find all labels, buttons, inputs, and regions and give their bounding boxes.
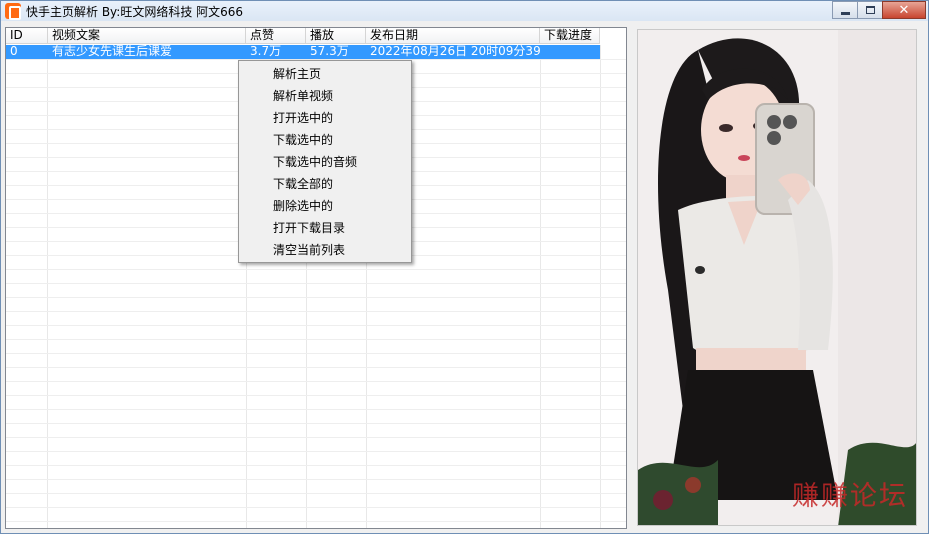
grid-line xyxy=(6,381,626,382)
close-icon: ✕ xyxy=(898,2,910,18)
grid-line xyxy=(6,423,626,424)
grid-line xyxy=(6,283,626,284)
cell-date: 2022年08月26日 20时09分39秒 xyxy=(370,45,540,58)
grid-line xyxy=(6,311,626,312)
menu-item-download-selected-audio[interactable]: 下载选中的音频 xyxy=(239,151,411,173)
grid-line xyxy=(6,353,626,354)
grid-line xyxy=(6,451,626,452)
column-header-id[interactable]: ID xyxy=(6,28,48,44)
menu-item-parse-single-video[interactable]: 解析单视频 xyxy=(239,85,411,107)
cell-id: 0 xyxy=(10,45,18,58)
grid-line xyxy=(6,507,626,508)
main-window: 快手主页解析 By:旺文网络科技 阿文666 ✕ ID 视频文案 点赞 播放 发… xyxy=(0,0,929,534)
column-header-likes[interactable]: 点赞 xyxy=(246,28,306,44)
grid-line xyxy=(6,521,626,522)
video-preview: 赚赚论坛 xyxy=(637,29,917,526)
grid-line xyxy=(540,45,541,528)
table-row[interactable]: 0 有志少女先课生后课爱 3.7万 57.3万 2022年08月26日 20时0… xyxy=(6,45,600,59)
grid-line xyxy=(6,339,626,340)
grid-line xyxy=(6,465,626,466)
menu-item-open-download-folder[interactable]: 打开下载目录 xyxy=(239,217,411,239)
grid-line xyxy=(6,325,626,326)
menu-item-download-all[interactable]: 下载全部的 xyxy=(239,173,411,195)
menu-item-open-selected[interactable]: 打开选中的 xyxy=(239,107,411,129)
watermark-text: 赚赚论坛 xyxy=(792,481,908,512)
cell-likes: 3.7万 xyxy=(250,45,282,58)
grid-line xyxy=(6,297,626,298)
maximize-icon xyxy=(865,6,875,14)
preview-image xyxy=(638,30,916,525)
context-menu: 解析主页 解析单视频 打开选中的 下载选中的 下载选中的音频 下载全部的 删除选… xyxy=(238,60,412,263)
grid-line xyxy=(6,493,626,494)
grid-line xyxy=(6,409,626,410)
window-controls: ✕ xyxy=(832,1,926,19)
cell-plays: 57.3万 xyxy=(310,45,349,58)
list-header: ID 视频文案 点赞 播放 发布日期 下载进度 xyxy=(6,28,600,44)
menu-item-clear-list[interactable]: 清空当前列表 xyxy=(239,239,411,261)
grid-line xyxy=(6,269,626,270)
column-header-date[interactable]: 发布日期 xyxy=(366,28,540,44)
window-title: 快手主页解析 By:旺文网络科技 阿文666 xyxy=(26,5,244,19)
column-header-caption[interactable]: 视频文案 xyxy=(48,28,246,44)
minimize-button[interactable] xyxy=(832,1,858,19)
grid-line xyxy=(47,45,48,528)
grid-line xyxy=(6,367,626,368)
menu-item-download-selected[interactable]: 下载选中的 xyxy=(239,129,411,151)
minimize-icon xyxy=(840,11,850,15)
title-bar[interactable]: 快手主页解析 By:旺文网络科技 阿文666 ✕ xyxy=(1,1,928,21)
close-button[interactable]: ✕ xyxy=(882,1,926,19)
grid-line xyxy=(6,437,626,438)
menu-item-parse-homepage[interactable]: 解析主页 xyxy=(239,63,411,85)
grid-line xyxy=(6,479,626,480)
column-header-progress[interactable]: 下载进度 xyxy=(540,28,600,44)
cell-progress xyxy=(540,45,600,59)
kuaishou-logo-icon xyxy=(5,3,21,20)
grid-line xyxy=(6,395,626,396)
column-header-plays[interactable]: 播放 xyxy=(306,28,366,44)
grid-line xyxy=(600,45,601,528)
menu-item-delete-selected[interactable]: 删除选中的 xyxy=(239,195,411,217)
cell-caption: 有志少女先课生后课爱 xyxy=(52,45,173,58)
maximize-button[interactable] xyxy=(857,1,883,19)
